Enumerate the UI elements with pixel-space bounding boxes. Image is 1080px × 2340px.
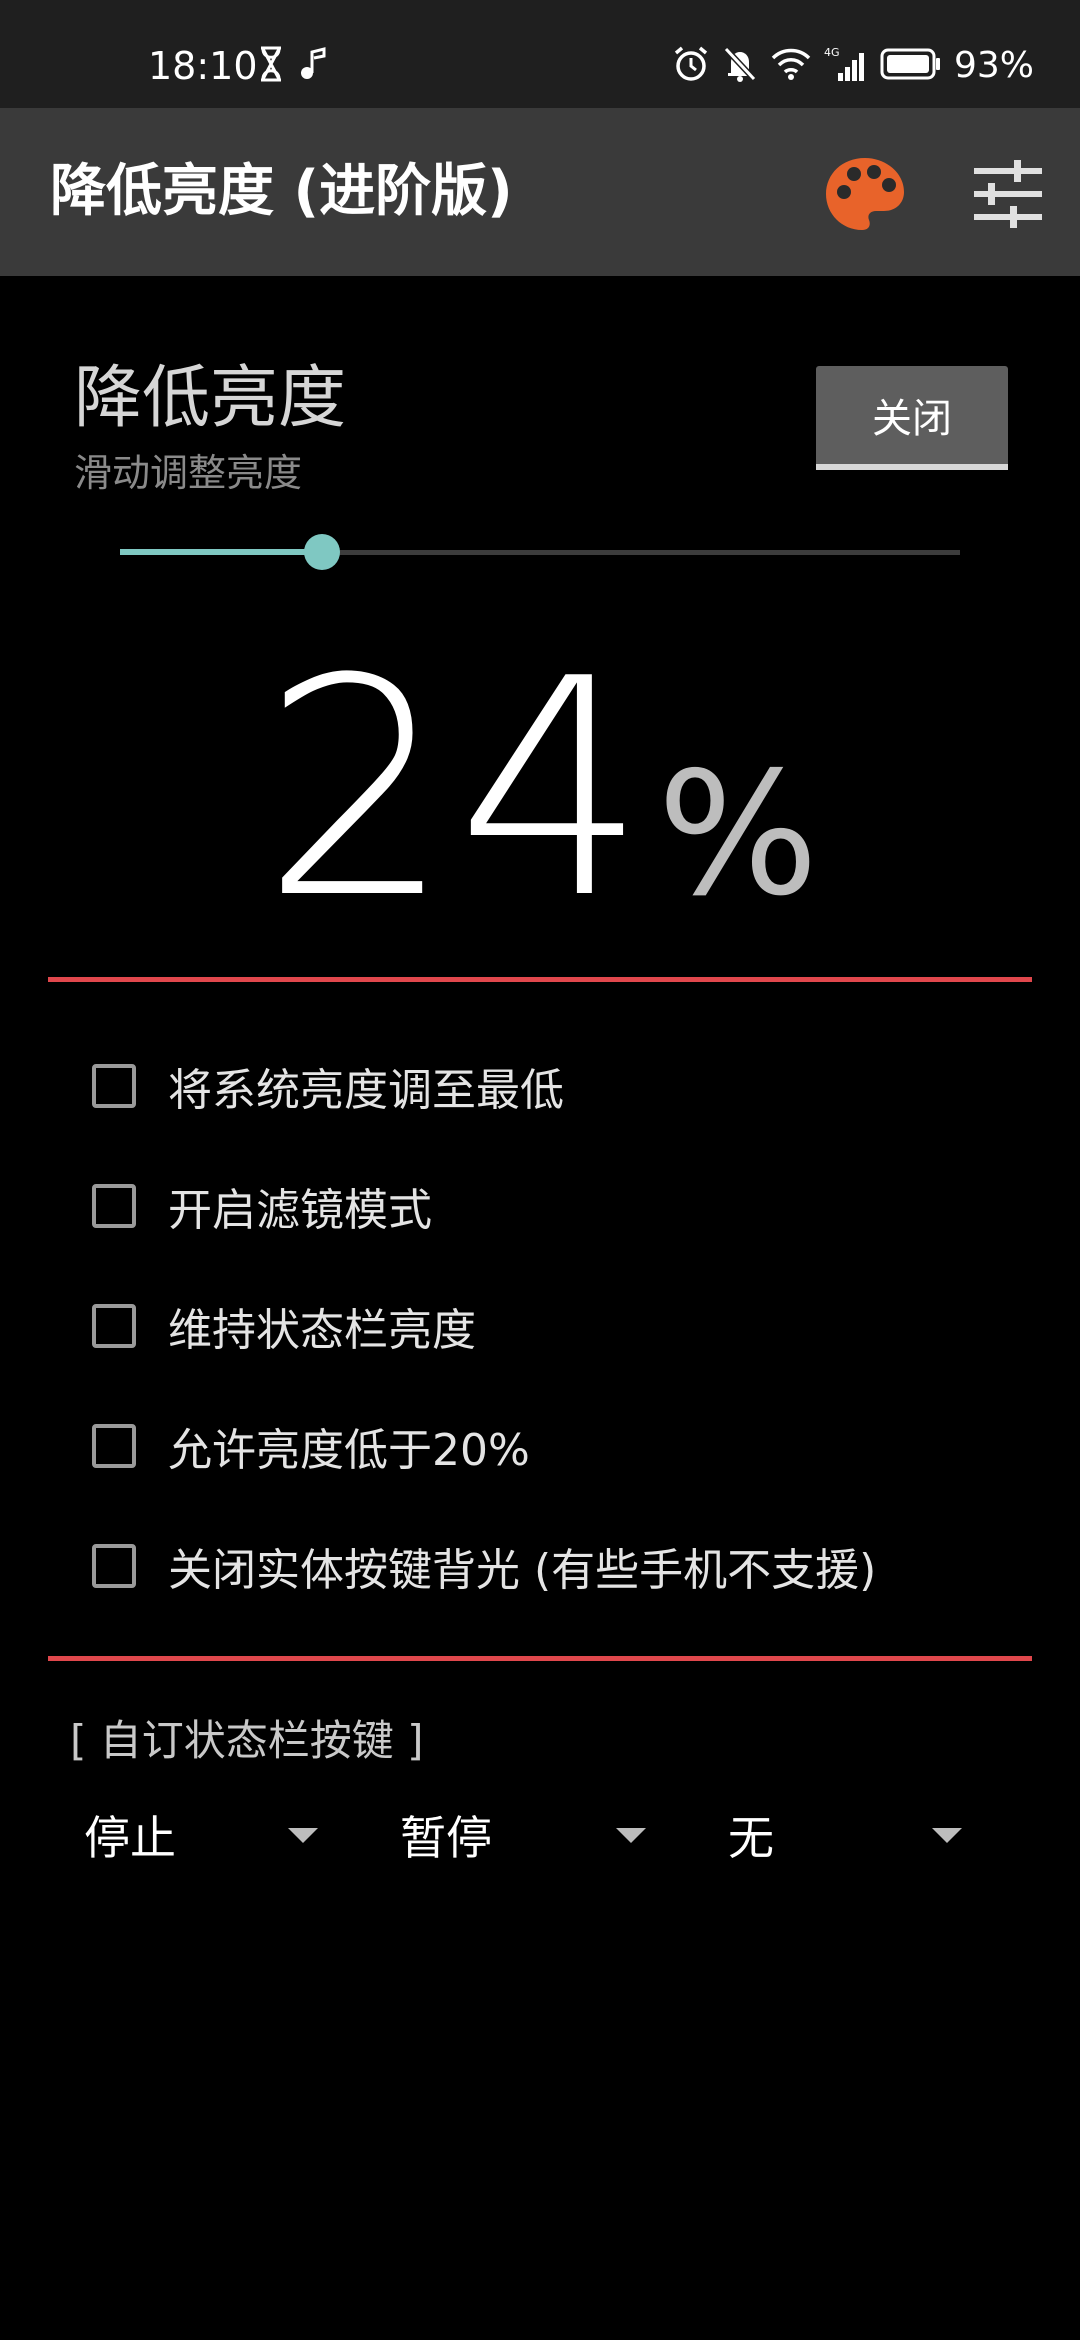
music-note-icon (298, 46, 328, 86)
slider-thumb[interactable] (304, 534, 340, 570)
checkbox[interactable] (92, 1424, 136, 1468)
checkbox[interactable] (92, 1064, 136, 1108)
option-label: 维持状态栏亮度 (168, 1305, 476, 1356)
brightness-subtitle: 滑动调整亮度 (74, 451, 303, 495)
option-label: 开启滤镜模式 (168, 1185, 432, 1236)
spinner-key-1[interactable]: 停止 (84, 1800, 324, 1870)
percent-sign: % (657, 736, 819, 934)
slider-fill (120, 549, 322, 555)
brightness-percent-value: 24 (261, 615, 652, 964)
status-left-icons (258, 46, 328, 86)
spinner-value: 停止 (84, 1811, 176, 1865)
option-label: 关闭实体按键背光 (有些手机不支援) (168, 1545, 877, 1596)
option-allow-below-20[interactable]: 允许亮度低于20% (92, 1386, 1052, 1506)
options-list: 将系统亮度调至最低 开启滤镜模式 维持状态栏亮度 允许亮度低于20% 关闭实体按… (92, 1052, 1052, 1626)
palette-button[interactable] (822, 154, 908, 234)
mute-bell-icon (722, 45, 758, 87)
wifi-icon (770, 46, 812, 86)
option-min-system-brightness[interactable]: 将系统亮度调至最低 (92, 1026, 1052, 1146)
option-filter-mode[interactable]: 开启滤镜模式 (92, 1146, 1052, 1266)
option-label: 将系统亮度调至最低 (168, 1065, 564, 1116)
status-time: 18:10 (148, 44, 258, 88)
dropdown-arrow-icon (932, 1828, 962, 1843)
divider-bottom (48, 1656, 1032, 1661)
toggle-off-button[interactable]: 关闭 (816, 366, 1008, 470)
option-disable-key-backlight[interactable]: 关闭实体按键背光 (有些手机不支援) (92, 1506, 1052, 1626)
dropdown-arrow-icon (616, 1828, 646, 1843)
option-label: 允许亮度低于20% (168, 1425, 530, 1476)
dropdown-arrow-icon (288, 1828, 318, 1843)
spinner-key-2[interactable]: 暂停 (400, 1800, 660, 1870)
brightness-slider[interactable] (120, 532, 960, 572)
network-type-label: 4G (824, 46, 840, 59)
spinner-key-3[interactable]: 无 (728, 1800, 968, 1870)
checkbox[interactable] (92, 1184, 136, 1228)
signal-4g-icon: 4G (824, 45, 868, 87)
hourglass-icon (258, 46, 284, 86)
battery-icon (880, 47, 942, 85)
palette-icon (822, 158, 908, 238)
custom-keys-label: [ 自订状态栏按键 ] (70, 1716, 424, 1765)
app-title: 降低亮度 (进阶版) (50, 159, 513, 224)
spinner-value: 无 (728, 1811, 774, 1865)
alarm-icon (672, 45, 710, 87)
battery-percent: 93% (953, 45, 1034, 86)
checkbox[interactable] (92, 1304, 136, 1348)
status-bar: 18:10 4G 93% (0, 0, 1080, 108)
brightness-title: 降低亮度 (74, 359, 347, 438)
divider-top (48, 977, 1032, 982)
status-right-icons: 4G 93% (672, 44, 1034, 88)
option-keep-status-bar-brightness[interactable]: 维持状态栏亮度 (92, 1266, 1052, 1386)
checkbox[interactable] (92, 1544, 136, 1588)
app-bar: 降低亮度 (进阶版) (0, 108, 1080, 276)
spinner-value: 暂停 (400, 1811, 492, 1865)
tune-settings-button[interactable] (970, 156, 1046, 232)
tune-settings-icon (970, 160, 1046, 236)
brightness-percent-display: 24% (0, 640, 1080, 940)
